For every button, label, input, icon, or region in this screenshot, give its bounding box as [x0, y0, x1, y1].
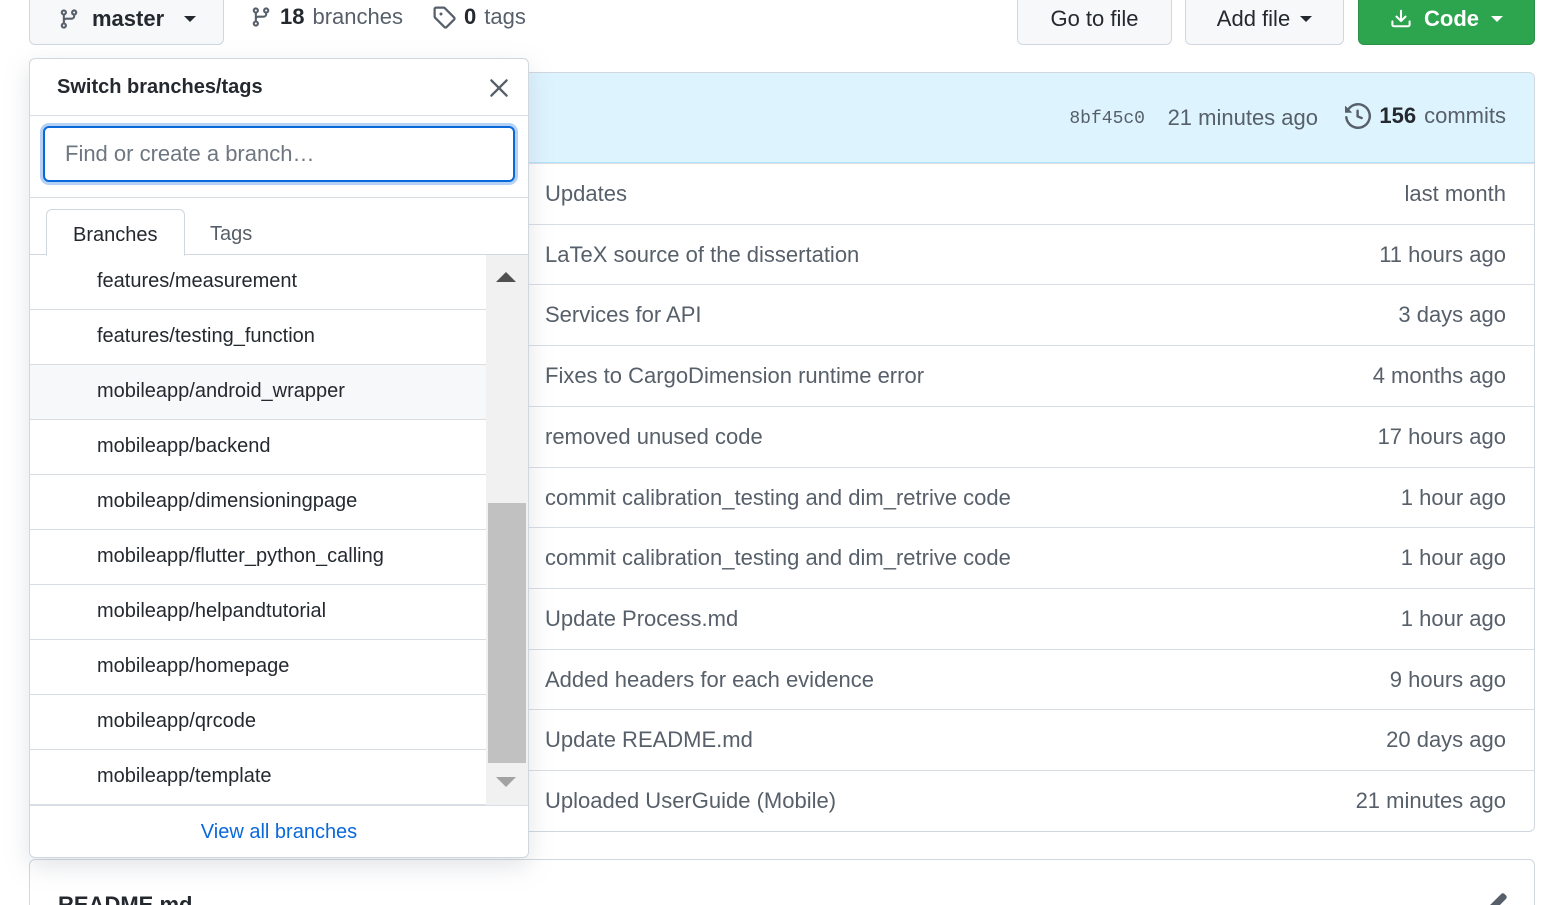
tags-count: 0	[464, 4, 477, 29]
commit-message-link[interactable]: Update Process.md	[545, 606, 738, 632]
chevron-down-icon	[184, 15, 197, 22]
commit-message-link[interactable]: Added headers for each evidence	[545, 667, 874, 693]
scroll-up-arrow-icon[interactable]	[496, 272, 516, 282]
branch-filter-input[interactable]	[43, 126, 515, 182]
branch-item[interactable]: mobileapp/qrcode	[30, 695, 486, 750]
branch-item[interactable]: mobileapp/template	[30, 750, 486, 805]
commit-age: 11 hours ago	[1379, 241, 1506, 267]
dropdown-tabs: Branches Tags	[30, 209, 528, 256]
chevron-down-icon	[1491, 15, 1503, 22]
branches-count: 18	[280, 4, 305, 29]
chevron-down-icon	[1300, 15, 1313, 22]
branch-item[interactable]: mobileapp/backend	[30, 420, 486, 475]
commit-age: 1 hour ago	[1400, 545, 1506, 571]
filter-section	[30, 116, 528, 198]
commit-message-link[interactable]: Uploaded UserGuide (Mobile)	[545, 788, 836, 814]
commit-message-link[interactable]: Update README.md	[545, 727, 753, 753]
commit-time: 21 minutes ago	[1167, 105, 1318, 130]
view-all-branches-link[interactable]: View all branches	[201, 821, 357, 844]
branch-list: features/measurement features/testing_fun…	[30, 255, 486, 805]
commit-age: last month	[1404, 181, 1507, 206]
commit-message-link[interactable]: commit calibration_testing and dim_retri…	[545, 485, 1011, 511]
history-icon	[1345, 103, 1372, 129]
commit-hash-link[interactable]: 8bf45c0	[1069, 109, 1145, 129]
scroll-down-arrow-icon[interactable]	[496, 777, 516, 787]
close-icon[interactable]	[486, 75, 512, 101]
branch-switcher-dropdown: Switch branches/tags Branches Tags featu…	[29, 58, 529, 858]
tags-label: tags	[484, 4, 526, 29]
pencil-icon[interactable]	[1486, 892, 1508, 905]
add-file-button[interactable]: Add file	[1185, 0, 1344, 45]
tag-icon	[432, 5, 456, 29]
branch-item[interactable]: mobileapp/helpandtutorial	[30, 585, 486, 640]
commit-age: 1 hour ago	[1400, 484, 1506, 510]
download-icon	[1390, 8, 1412, 30]
go-to-file-button[interactable]: Go to file	[1017, 0, 1172, 45]
commit-age: 21 minutes ago	[1355, 788, 1506, 813]
branch-item[interactable]: mobileapp/homepage	[30, 640, 486, 695]
branch-select-button[interactable]: master	[29, 0, 224, 45]
commit-message-link[interactable]: Updates	[545, 181, 627, 207]
branch-item[interactable]: mobileapp/android_wrapper	[30, 365, 486, 420]
commit-age: 17 hours ago	[1377, 423, 1506, 449]
dropdown-header: Switch branches/tags	[30, 59, 528, 116]
commit-message-link[interactable]: Fixes to CargoDimension runtime error	[545, 363, 924, 389]
readme-title: README.md	[58, 892, 193, 905]
branch-button-label: master	[92, 5, 165, 31]
commit-age: 9 hours ago	[1389, 666, 1506, 692]
commit-age: 1 hour ago	[1400, 605, 1506, 631]
commits-count: 156	[1379, 103, 1417, 128]
commit-message-link[interactable]: LaTeX source of the dissertation	[545, 242, 859, 268]
tab-branches[interactable]: Branches	[46, 209, 185, 256]
branch-list-scrollbar[interactable]	[486, 255, 528, 805]
commits-history-link[interactable]: 156 commits	[1345, 103, 1506, 129]
code-button[interactable]: Code	[1358, 0, 1535, 45]
commit-message-link[interactable]: removed unused code	[545, 424, 763, 450]
tab-tags[interactable]: Tags	[184, 209, 278, 255]
add-file-label: Add file	[1216, 5, 1291, 31]
branches-link[interactable]: 18 branches	[250, 4, 403, 30]
branch-item[interactable]: features/testing_function	[30, 310, 486, 365]
branch-item[interactable]: mobileapp/dimensioningpage	[30, 475, 486, 530]
scrollbar-thumb[interactable]	[488, 503, 526, 763]
dropdown-footer: View all branches	[30, 805, 528, 857]
commit-message-link[interactable]: commit calibration_testing and dim_retri…	[545, 545, 1011, 571]
branch-item[interactable]: mobileapp/flutter_python_calling	[30, 530, 486, 585]
commit-age: 20 days ago	[1386, 727, 1506, 753]
commit-age: 3 days ago	[1398, 302, 1506, 328]
git-branch-icon	[58, 8, 80, 30]
commit-age: 4 months ago	[1372, 363, 1506, 389]
git-branch-icon	[250, 6, 272, 28]
code-label: Code	[1424, 5, 1479, 31]
commits-label: commits	[1424, 103, 1506, 128]
commit-message-link[interactable]: Services for API	[545, 302, 702, 328]
readme-box: README.md	[29, 859, 1535, 905]
tags-link[interactable]: 0 tags	[432, 4, 526, 30]
branch-item[interactable]: features/measurement	[30, 255, 486, 310]
dropdown-title: Switch branches/tags	[57, 76, 263, 98]
go-to-file-label: Go to file	[1050, 5, 1139, 31]
branches-label: branches	[312, 4, 403, 29]
